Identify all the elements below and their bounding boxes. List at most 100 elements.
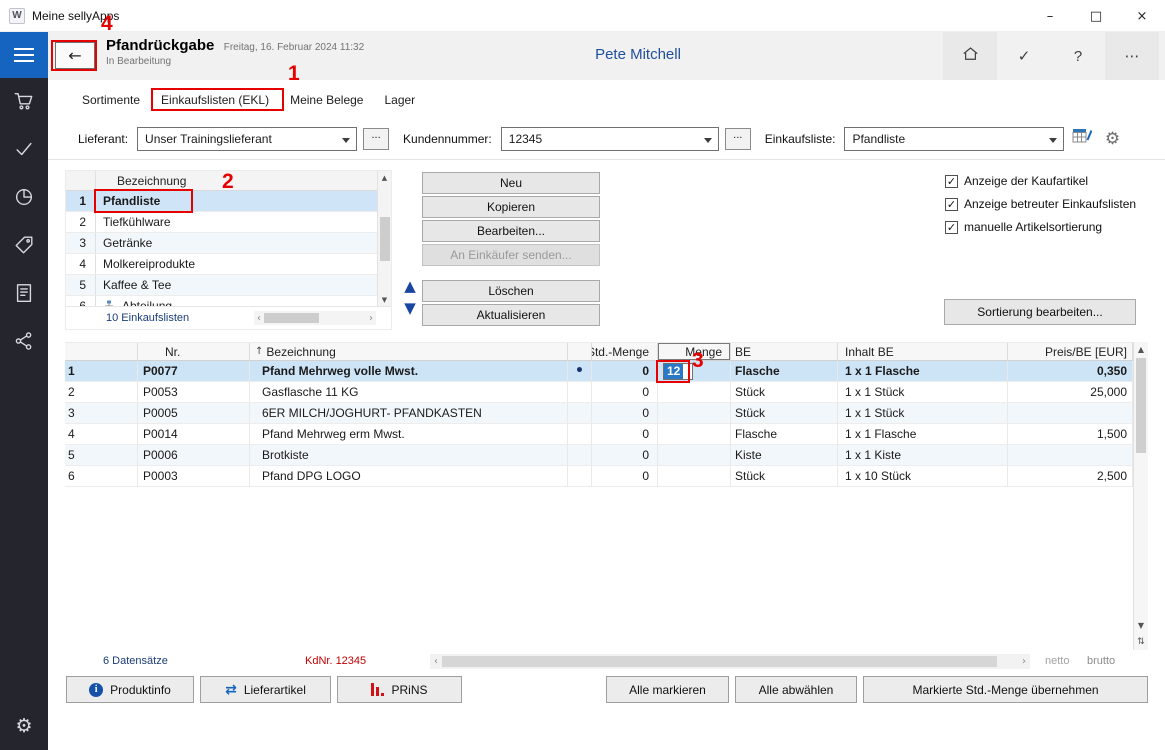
scrollbar-thumb[interactable] bbox=[264, 313, 319, 323]
article-row-p0077[interactable]: 1 P0077 Pfand Mehrweg volle Mwst. • 0 12… bbox=[65, 361, 1133, 382]
hamburger-icon bbox=[14, 48, 34, 62]
kundennummer-select[interactable]: 12345 bbox=[501, 127, 719, 151]
checkbox-anzeige-kaufartikel[interactable]: ✓ Anzeige der Kaufartikel bbox=[945, 174, 1136, 188]
move-up-button[interactable]: ▲ bbox=[404, 279, 416, 294]
lieferant-select[interactable]: Unser Trainingslieferant bbox=[137, 127, 357, 151]
book-icon bbox=[13, 282, 35, 307]
col-nr[interactable]: Nr. bbox=[138, 343, 250, 360]
alle-abwaehlen-button[interactable]: Alle abwählen bbox=[735, 676, 857, 703]
tab-einkaufslisten[interactable]: Einkaufslisten (EKL) bbox=[161, 93, 269, 107]
article-row-p0005[interactable]: 3 P0005 6ER MILCH/JOGHURT- PFANDKASTEN 0… bbox=[65, 403, 1133, 424]
einkaufsliste-select[interactable]: Pfandliste bbox=[844, 127, 1064, 151]
back-button[interactable]: ← bbox=[55, 42, 95, 69]
sidebar-item-catalog[interactable] bbox=[0, 270, 48, 318]
col-std-menge[interactable]: Std.-Menge bbox=[592, 343, 658, 360]
back-arrow-icon: ← bbox=[68, 46, 81, 65]
article-row-p0003[interactable]: 6 P0003 Pfand DPG LOGO 0 Stück 1 x 10 St… bbox=[65, 466, 1133, 487]
alle-markieren-button[interactable]: Alle markieren bbox=[606, 676, 729, 703]
tab-sortimente[interactable]: Sortimente bbox=[82, 93, 140, 107]
aktualisieren-button[interactable]: Aktualisieren bbox=[422, 304, 600, 326]
scroll-left-icon: ‹ bbox=[257, 313, 261, 324]
einkaufsliste-value: Pfandliste bbox=[852, 132, 905, 146]
sortierung-bearbeiten-button[interactable]: Sortierung bearbeiten... bbox=[944, 299, 1136, 325]
col-inhalt-be[interactable]: Inhalt BE bbox=[838, 343, 1008, 360]
prins-button[interactable]: PRiNS bbox=[337, 676, 462, 703]
scroll-right-icon: › bbox=[1022, 656, 1026, 667]
article-row-p0014[interactable]: 4 P0014 Pfand Mehrweg erm Mwst. 0 Flasch… bbox=[65, 424, 1133, 445]
scrollbar-thumb[interactable] bbox=[442, 656, 997, 667]
list-item-pfandliste[interactable]: 1 Pfandliste bbox=[66, 191, 391, 212]
col-be[interactable]: BE bbox=[731, 343, 838, 360]
loeschen-button[interactable]: Löschen bbox=[422, 280, 600, 302]
chevron-down-icon bbox=[342, 138, 350, 143]
menu-button[interactable] bbox=[0, 32, 48, 78]
scrollbar-thumb[interactable] bbox=[380, 217, 390, 261]
tab-meine-belege[interactable]: Meine Belege bbox=[290, 93, 363, 107]
list-settings-button[interactable]: ⚙ bbox=[1100, 127, 1124, 151]
home-button[interactable] bbox=[943, 32, 997, 80]
kundennummer-label: Kundennummer: bbox=[403, 132, 492, 146]
list-item[interactable]: 6 Abteilung bbox=[66, 296, 391, 306]
sidebar-item-statistics[interactable] bbox=[0, 174, 48, 222]
move-down-button[interactable]: ▼ bbox=[404, 301, 416, 316]
article-row-p0053[interactable]: 2 P0053 Gasflasche 11 KG 0 Stück 1 x 1 S… bbox=[65, 382, 1133, 403]
app-window: W Meine sellyApps – □ × ⚙ bbox=[0, 0, 1165, 750]
sidebar-item-settings[interactable]: ⚙ bbox=[0, 708, 48, 744]
list-action-buttons: Neu Kopieren Bearbeiten... An Einkäufer … bbox=[422, 172, 600, 328]
help-button[interactable]: ? bbox=[1051, 32, 1105, 80]
checkbox-anzeige-betreute[interactable]: ✓ Anzeige betreuter Einkaufslisten bbox=[945, 197, 1136, 211]
user-name[interactable]: Pete Mitchell bbox=[595, 46, 681, 63]
sidebar-item-tasks[interactable] bbox=[0, 126, 48, 174]
minimize-button[interactable]: – bbox=[1027, 0, 1073, 32]
lieferant-more-button[interactable]: ... bbox=[363, 128, 389, 150]
netto-toggle[interactable]: netto bbox=[1045, 655, 1069, 667]
list-horizontal-scrollbar[interactable]: ‹ › bbox=[254, 311, 376, 325]
scroll-updown-icon: ⇅ bbox=[1134, 637, 1148, 647]
col-bezeichnung[interactable]: ↑Bezeichnung bbox=[250, 343, 568, 360]
table-header-row: Nr. ↑Bezeichnung Std.-Menge Menge BE Inh… bbox=[65, 342, 1133, 361]
kundennummer-more-button[interactable]: ... bbox=[725, 128, 751, 150]
titlebar: W Meine sellyApps – □ × bbox=[0, 0, 1165, 32]
scrollbar-thumb[interactable] bbox=[1136, 358, 1146, 453]
maximize-icon: □ bbox=[1090, 9, 1102, 24]
sidebar-item-network[interactable] bbox=[0, 318, 48, 366]
lieferartikel-button[interactable]: ⇄ Lieferartikel bbox=[200, 676, 331, 703]
produktinfo-button[interactable]: i Produktinfo bbox=[66, 676, 194, 703]
tab-bar: Sortimente Einkaufslisten (EKL) Meine Be… bbox=[48, 86, 1165, 114]
checkbox-manuelle-sortierung[interactable]: ✓ manuelle Artikelsortierung bbox=[945, 220, 1136, 234]
list-item[interactable]: 3 Getränke bbox=[66, 233, 391, 254]
col-preis[interactable]: Preis/BE [EUR] bbox=[1008, 343, 1133, 360]
col-marker bbox=[568, 343, 592, 360]
list-vertical-scrollbar[interactable]: ▲ ▼ bbox=[377, 171, 391, 307]
article-row-p0006[interactable]: 5 P0006 Brotkiste 0 Kiste 1 x 1 Kiste bbox=[65, 445, 1133, 466]
table-horizontal-scrollbar[interactable]: ‹ › bbox=[430, 654, 1030, 669]
table-vertical-scrollbar[interactable]: ▲ ▼ ⇅ bbox=[1133, 342, 1148, 650]
kopieren-button[interactable]: Kopieren bbox=[422, 196, 600, 218]
list-item[interactable]: 5 Kaffee & Tee bbox=[66, 275, 391, 296]
display-options: ✓ Anzeige der Kaufartikel ✓ Anzeige betr… bbox=[945, 174, 1136, 243]
kundennummer-value: 12345 bbox=[509, 132, 542, 146]
neu-button[interactable]: Neu bbox=[422, 172, 600, 194]
app-logo-icon: W bbox=[9, 8, 25, 24]
window-controls: – □ × bbox=[1027, 0, 1165, 32]
home-icon bbox=[961, 45, 980, 67]
content-area: ← Pfandrückgabe Freitag, 16. Februar 202… bbox=[48, 32, 1165, 750]
more-button[interactable]: ⋯ bbox=[1105, 32, 1159, 80]
confirm-button[interactable]: ✓ bbox=[997, 32, 1051, 80]
markierte-std-menge-uebernehmen-button[interactable]: Markierte Std.-Menge übernehmen bbox=[863, 676, 1148, 703]
menge-input[interactable]: 12 bbox=[663, 363, 693, 380]
bearbeiten-button[interactable]: Bearbeiten... bbox=[422, 220, 600, 242]
maximize-button[interactable]: □ bbox=[1073, 0, 1119, 32]
list-column-header[interactable]: Bezeichnung bbox=[66, 171, 391, 191]
list-item[interactable]: 4 Molkereiprodukte bbox=[66, 254, 391, 275]
page-datetime: Freitag, 16. Februar 2024 11:32 bbox=[224, 42, 364, 53]
col-menge[interactable]: Menge bbox=[658, 343, 731, 360]
sidebar-item-offers[interactable] bbox=[0, 222, 48, 270]
list-header-label: Bezeichnung bbox=[117, 174, 186, 188]
brutto-toggle[interactable]: brutto bbox=[1087, 655, 1115, 667]
list-item[interactable]: 2 Tiefkühlware bbox=[66, 212, 391, 233]
close-button[interactable]: × bbox=[1119, 0, 1165, 32]
sidebar-item-cart[interactable] bbox=[0, 78, 48, 126]
edit-list-button[interactable] bbox=[1070, 127, 1094, 151]
tab-lager[interactable]: Lager bbox=[384, 93, 415, 107]
